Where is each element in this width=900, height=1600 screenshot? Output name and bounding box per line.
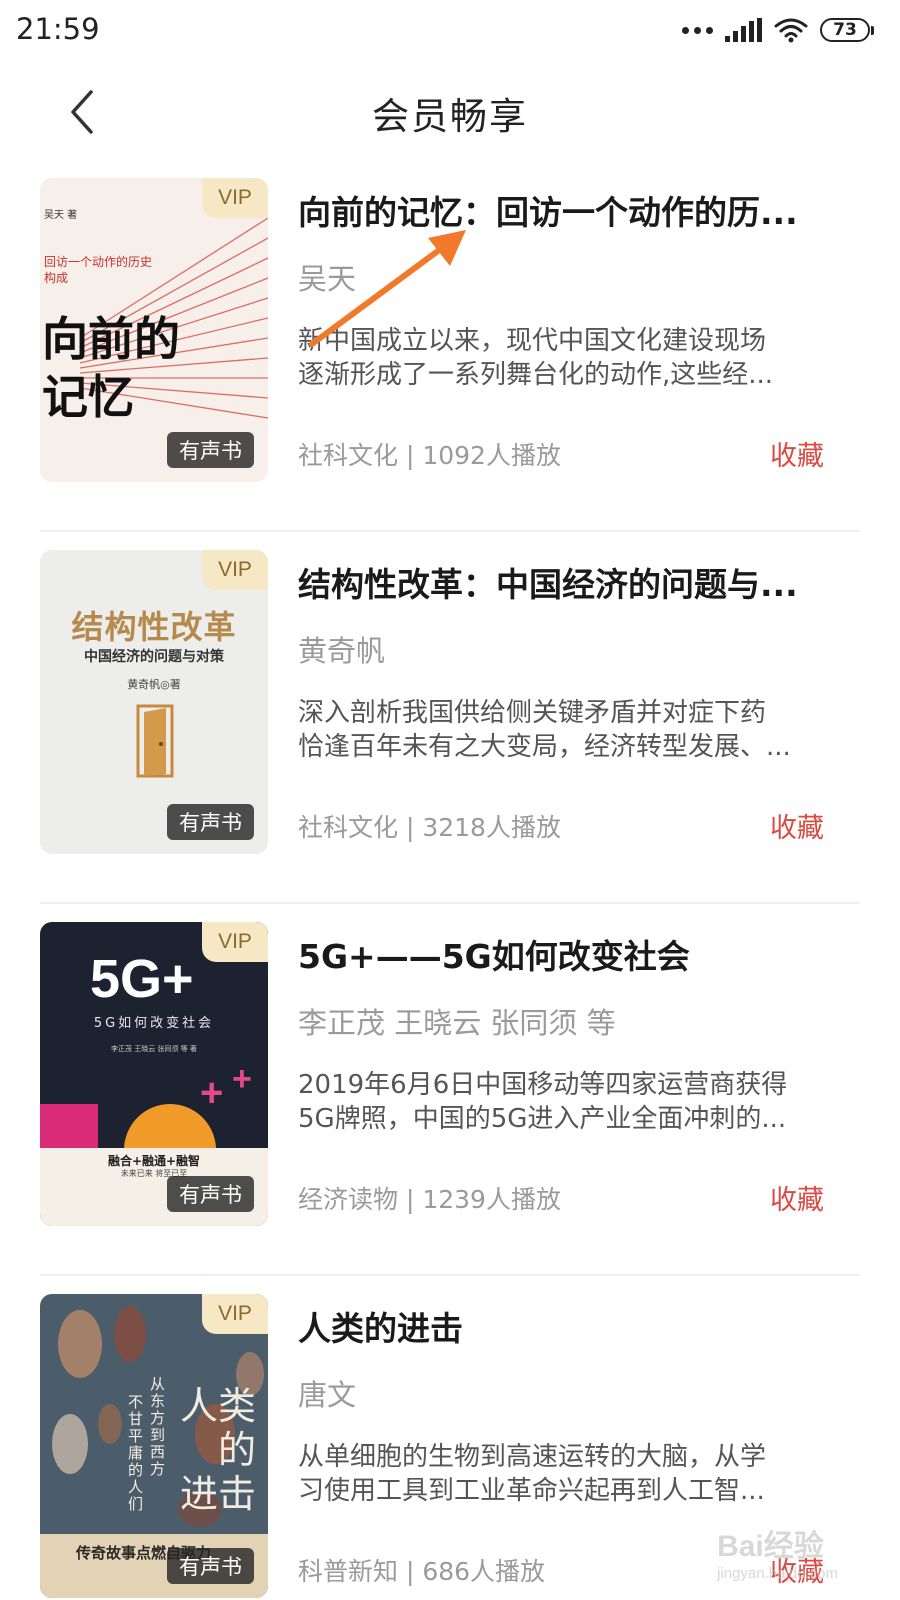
status-time: 21:59: [16, 12, 100, 46]
book-meta: 科普新知 | 686人播放: [298, 1552, 545, 1588]
battery-icon: 73: [820, 18, 874, 42]
audiobook-badge: 有声书: [167, 804, 254, 840]
cover-author: 黄奇帆◎著: [127, 678, 181, 691]
list-item[interactable]: 5G+ 5G如何改变社会 李正茂 王晓云 张同须 等 著 + + 融合+融通+融…: [0, 904, 900, 1276]
book-description: 从单细胞的生物到高速运转的大脑，从学 习使用工具到工业革命兴起再到人工智...: [298, 1440, 838, 1508]
play-count: 686人播放: [422, 1557, 546, 1586]
description-line: 从单细胞的生物到高速运转的大脑，从学: [298, 1442, 767, 1472]
cover-title: 人类 的 进击: [180, 1384, 260, 1516]
book-meta: 社科文化 | 1092人播放: [298, 436, 561, 472]
description-line: 逐渐形成了一系列舞台化的动作,这些经...: [298, 360, 774, 390]
svg-text:+: +: [200, 1071, 223, 1115]
description-line: 深入剖析我国供给侧关键矛盾并对症下药: [298, 698, 767, 728]
book-description: 2019年6月6日中国移动等四家运营商获得 5G牌照，中国的5G进入产业全面冲刺…: [298, 1068, 838, 1136]
cover-subtitle: 5G如何改变社会: [93, 1016, 215, 1031]
favorite-button[interactable]: 收藏: [770, 1178, 824, 1217]
cover-author: 吴天 著: [44, 210, 78, 221]
favorite-button[interactable]: 收藏: [770, 434, 824, 473]
cover-title-line: 人类: [180, 1384, 257, 1428]
book-category: 科普新知: [298, 1557, 399, 1586]
cover-title-line: 进击: [180, 1472, 257, 1516]
book-info: 5G+——5G如何改变社会 李正茂 王晓云 张同须 等 2019年6月6日中国移…: [298, 922, 858, 1226]
cover-subtitle: 中国经济的问题与对策: [84, 649, 224, 665]
book-info: 结构性改革：中国经济的问题与... 黄奇帆 深入剖析我国供给侧关键矛盾并对症下药…: [298, 550, 858, 854]
battery-level: 73: [833, 20, 857, 40]
book-list: 吴天 著 回访一个动作的历史构成 向前的 记忆 VIP 有声书 向前的记忆：回访…: [0, 160, 900, 1600]
favorite-button[interactable]: 收藏: [770, 806, 824, 845]
book-cover[interactable]: 结构性改革 中国经济的问题与对策 黄奇帆◎著 VIP 有声书: [40, 550, 268, 854]
description-line: 习使用工具到工业革命兴起再到人工智...: [298, 1476, 765, 1506]
vip-badge: VIP: [202, 922, 268, 962]
book-author: 李正茂 王晓云 张同须 等: [298, 1006, 616, 1040]
cover-slogan: 融合+融通+融智: [107, 1154, 201, 1168]
cover-title-line: 向前的: [42, 312, 180, 366]
book-title[interactable]: 人类的进击: [298, 1302, 838, 1350]
cover-title: 结构性改革: [71, 608, 237, 646]
page-title: 会员畅享: [372, 95, 528, 138]
book-category: 社科文化: [298, 813, 399, 842]
meta-separator: |: [398, 813, 423, 842]
watermark: Bai经验 jingyan.baidu.com: [717, 1521, 838, 1582]
book-title[interactable]: 结构性改革：中国经济的问题与...: [298, 558, 838, 606]
cover-title: 5G+: [90, 949, 194, 1009]
book-cover[interactable]: 吴天 著 回访一个动作的历史构成 向前的 记忆 VIP 有声书: [40, 178, 268, 482]
book-meta: 经济读物 | 1239人播放: [298, 1180, 561, 1216]
book-cover[interactable]: 人类 的 进击 从东方到西方 不甘平庸的人们 传奇故事点燃自驱力 VIP 有声书: [40, 1294, 268, 1598]
book-title[interactable]: 5G+——5G如何改变社会: [298, 930, 838, 978]
book-author: 黄奇帆: [298, 634, 386, 668]
book-description: 深入剖析我国供给侧关键矛盾并对症下药 恰逢百年未有之大变局，经济转型发展、...: [298, 696, 838, 764]
watermark-brand: Bai经验: [717, 1530, 824, 1563]
cover-title-line: 的: [218, 1428, 257, 1472]
book-category: 社科文化: [298, 441, 399, 470]
cover-5g-graphic: + +: [40, 1068, 252, 1148]
cover-authors: 李正茂 王晓云 张同须 等 著: [111, 1045, 197, 1053]
play-count: 1239人播放: [422, 1185, 561, 1214]
status-icons: 73: [682, 14, 874, 46]
vip-badge: VIP: [202, 178, 268, 218]
vip-badge: VIP: [202, 1294, 268, 1334]
meta-separator: |: [398, 1557, 423, 1586]
cover-side-text: 不甘平庸的人们: [128, 1393, 144, 1513]
meta-separator: |: [398, 441, 423, 470]
description-line: 恰逢百年未有之大变局，经济转型发展、...: [298, 732, 791, 762]
description-line: 5G牌照，中国的5G进入产业全面冲刺的...: [298, 1104, 787, 1134]
cell-signal-icon: [725, 18, 762, 42]
play-count: 3218人播放: [422, 813, 561, 842]
signal-dots-icon: [682, 26, 713, 34]
vip-badge: VIP: [202, 550, 268, 590]
list-item[interactable]: 结构性改革 中国经济的问题与对策 黄奇帆◎著 VIP 有声书 结构性改革：中国经…: [0, 532, 900, 904]
cover-subtitle: 回访一个动作的历史构成: [44, 255, 153, 285]
book-category: 经济读物: [298, 1185, 399, 1214]
cover-side-text: 从东方到西方: [150, 1375, 166, 1478]
audiobook-badge: 有声书: [167, 1176, 254, 1212]
book-cover[interactable]: 5G+ 5G如何改变社会 李正茂 王晓云 张同须 等 著 + + 融合+融通+融…: [40, 922, 268, 1226]
audiobook-badge: 有声书: [167, 432, 254, 468]
cover-door-illustration: [136, 704, 174, 778]
annotation-arrow-icon: [309, 230, 466, 347]
book-meta: 社科文化 | 3218人播放: [298, 808, 561, 844]
book-author: 唐文: [298, 1378, 357, 1412]
play-count: 1092人播放: [422, 441, 561, 470]
audiobook-badge: 有声书: [167, 1548, 254, 1584]
svg-text:+: +: [232, 1068, 252, 1098]
header: 会员畅享: [0, 64, 900, 160]
status-bar: 21:59 73: [0, 0, 900, 64]
cover-title-line: 记忆: [42, 370, 134, 424]
watermark-url: jingyan.baidu.com: [717, 1565, 838, 1582]
description-line: 2019年6月6日中国移动等四家运营商获得: [298, 1070, 788, 1100]
meta-separator: |: [398, 1185, 423, 1214]
wifi-icon: [774, 18, 808, 43]
cover-title: 向前的 记忆: [42, 310, 180, 426]
